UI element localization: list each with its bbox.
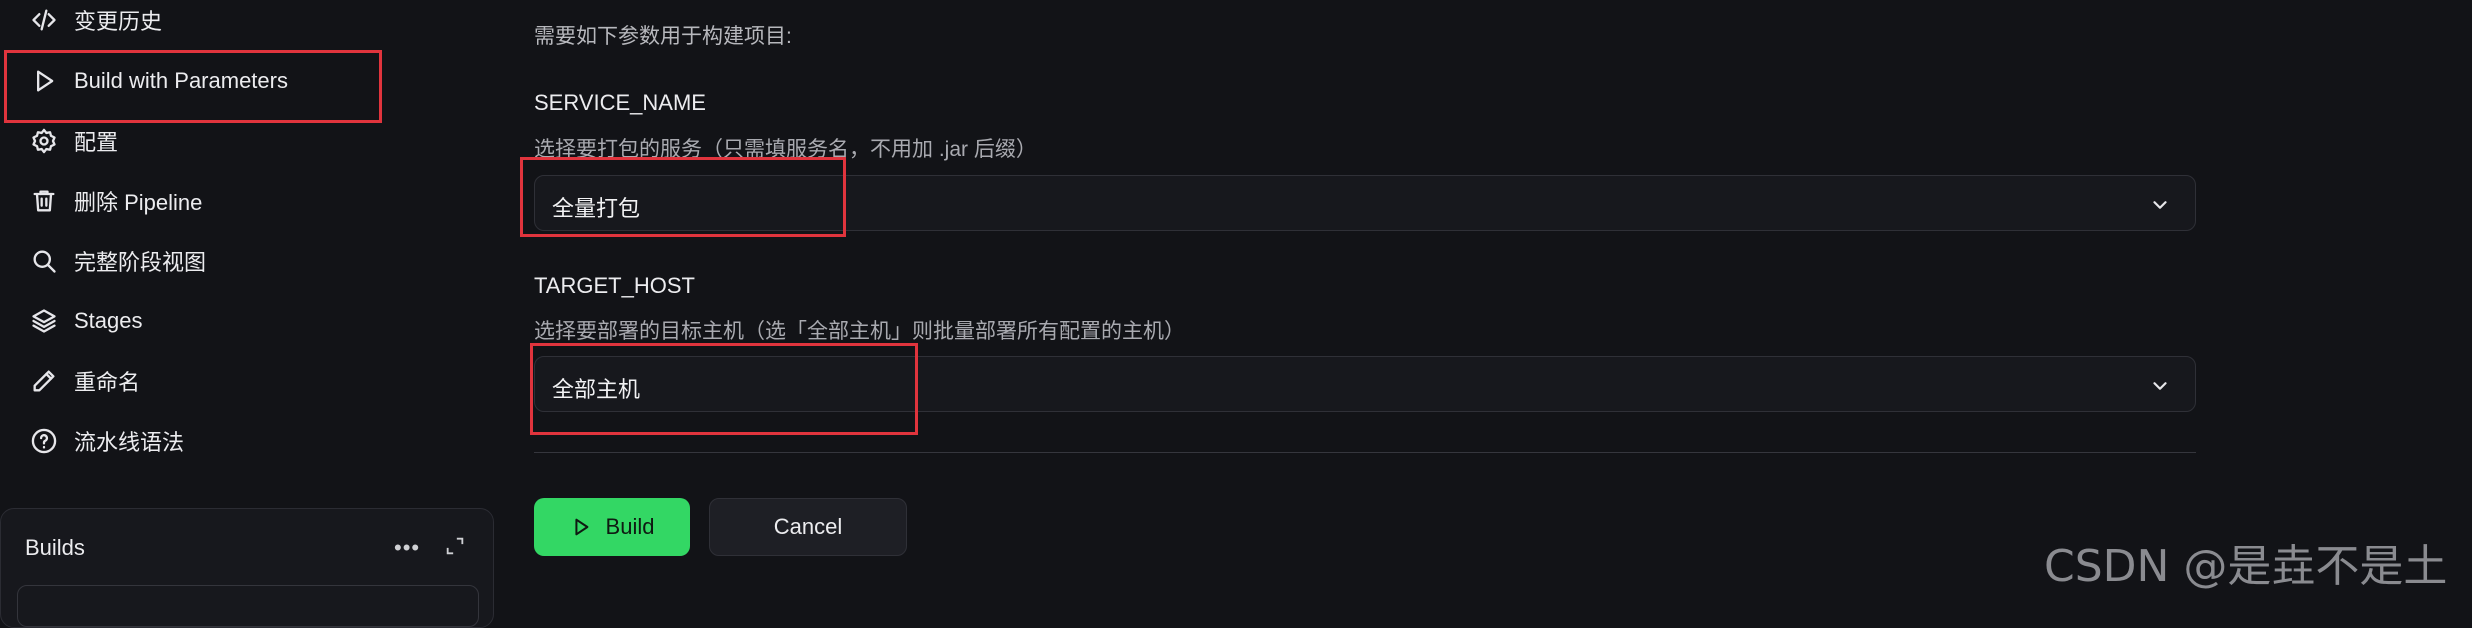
main-content: 需要如下参数用于构建项目: SERVICE_NAME 选择要打包的服务（只需填服… xyxy=(520,0,2230,600)
sidebar-item-label: 流水线语法 xyxy=(74,430,185,455)
param-description-target-host: 选择要部署的目标主机（选「全部主机」则批量部署所有配置的主机） xyxy=(534,320,1185,343)
builds-search-input[interactable] xyxy=(17,585,479,627)
sidebar-item-stages[interactable]: Stages xyxy=(28,291,468,351)
param-name-service: SERVICE_NAME xyxy=(534,90,706,115)
sidebar-item-pipeline-syntax[interactable]: 流水线语法 xyxy=(28,411,468,471)
form-intro: 需要如下参数用于构建项目: xyxy=(534,25,792,48)
trash-icon xyxy=(28,185,60,217)
layers-icon xyxy=(28,305,60,337)
sidebar-item-delete-pipeline[interactable]: 删除 Pipeline xyxy=(28,171,468,231)
build-button-label: Build xyxy=(605,514,655,539)
build-button[interactable]: Build xyxy=(534,498,690,556)
sidebar-item-label: 删除 Pipeline xyxy=(74,190,203,215)
param-name-target-host: TARGET_HOST xyxy=(534,273,695,298)
code-icon xyxy=(28,4,60,36)
divider xyxy=(534,452,2196,453)
gear-icon xyxy=(28,125,60,157)
search-icon xyxy=(28,245,60,277)
sidebar-item-label: 完整阶段视图 xyxy=(74,250,207,275)
play-icon xyxy=(574,518,588,536)
sidebar-item-change-history[interactable]: 变更历史 xyxy=(28,0,468,50)
more-options-icon[interactable]: ••• xyxy=(394,535,420,561)
sidebar: 变更历史 Build with Parameters 配置 删除 Pipelin… xyxy=(0,0,500,628)
chevron-down-icon xyxy=(2149,194,2171,216)
expand-icon[interactable] xyxy=(444,535,466,557)
highlight-box-target-host-select xyxy=(530,343,918,435)
sidebar-item-rename[interactable]: 重命名 xyxy=(28,351,468,411)
watermark: CSDN @是垚不是土 xyxy=(2044,541,2448,592)
builds-title: Builds xyxy=(25,535,85,560)
cancel-button-label: Cancel xyxy=(773,514,843,539)
pencil-icon xyxy=(28,365,60,397)
chevron-down-icon xyxy=(2149,375,2171,397)
help-circle-icon xyxy=(28,425,60,457)
builds-panel: Builds ••• xyxy=(0,508,494,628)
sidebar-item-label: 变更历史 xyxy=(74,9,163,34)
highlight-box-service-select xyxy=(520,157,846,237)
sidebar-item-label: Stages xyxy=(74,308,143,333)
sidebar-item-label: 重命名 xyxy=(74,370,141,395)
highlight-box-build-with-parameters xyxy=(4,50,382,123)
sidebar-item-full-stage-view[interactable]: 完整阶段视图 xyxy=(28,231,468,291)
sidebar-item-label: 配置 xyxy=(74,130,119,155)
cancel-button[interactable]: Cancel xyxy=(709,498,907,556)
